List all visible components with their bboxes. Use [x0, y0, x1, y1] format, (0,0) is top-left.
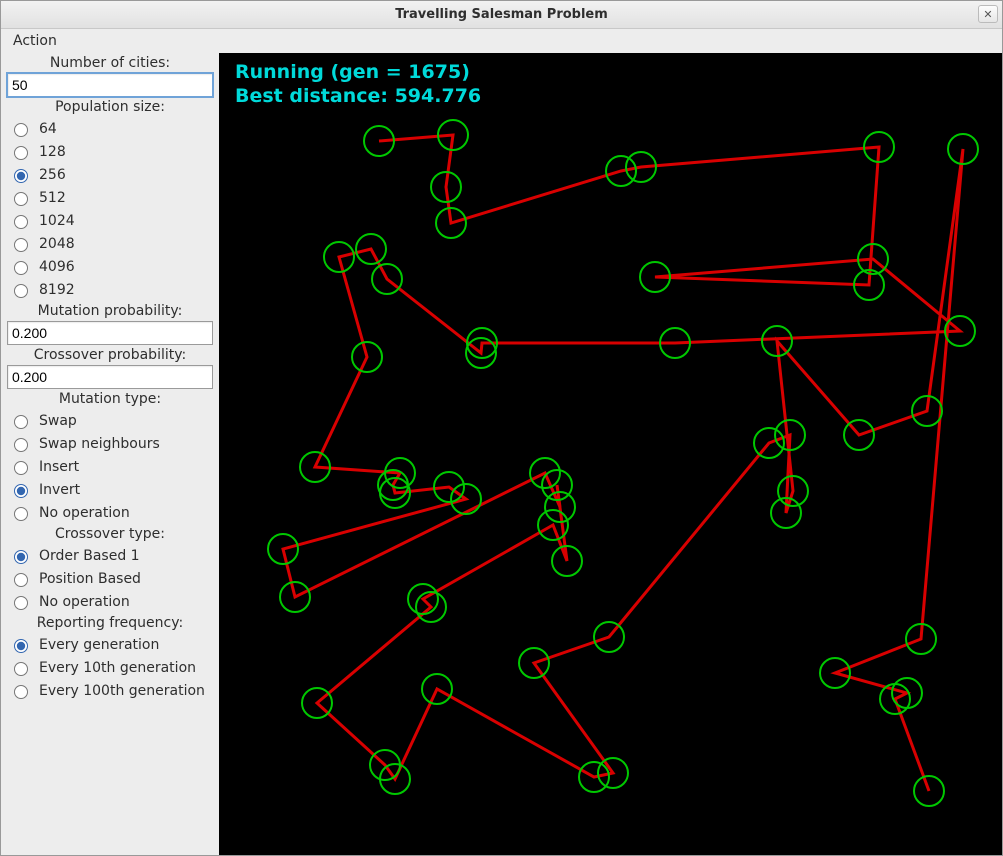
reporting-freq-option-label: Every 10th generation — [39, 660, 196, 676]
pop-size-option-label: 2048 — [39, 236, 75, 252]
crossover-type-label: Crossover type: — [7, 524, 213, 544]
mutation-type-label: Mutation type: — [7, 389, 213, 409]
reporting-freq-option[interactable]: Every generation — [7, 633, 213, 656]
num-cities-label: Number of cities: — [7, 53, 213, 73]
num-cities-input[interactable] — [7, 73, 213, 97]
reporting-freq-label: Reporting frequency: — [7, 613, 213, 633]
menu-action[interactable]: Action — [11, 31, 59, 51]
mutation-prob-input[interactable] — [7, 321, 213, 345]
crossover-type-option-label: Position Based — [39, 571, 141, 587]
mutation-type-option[interactable]: Swap neighbours — [7, 432, 213, 455]
crossover-prob-input[interactable] — [7, 365, 213, 389]
status-line2: Best distance: 594.776 — [235, 85, 481, 107]
pop-size-option[interactable]: 512 — [7, 186, 213, 209]
pop-size-option[interactable]: 256 — [7, 163, 213, 186]
status-line1: Running (gen = 1675) — [235, 61, 470, 83]
mutation-type-radio[interactable] — [14, 484, 28, 498]
client-area: Action Number of cities: Population size… — [1, 29, 1002, 855]
crossover-type-radio[interactable] — [14, 573, 28, 587]
mutation-type-radio[interactable] — [14, 461, 28, 475]
pop-size-radio[interactable] — [14, 146, 28, 160]
pop-size-option-label: 8192 — [39, 282, 75, 298]
pop-size-option[interactable]: 8192 — [7, 278, 213, 301]
close-button[interactable]: ✕ — [978, 5, 998, 23]
reporting-freq-option[interactable]: Every 10th generation — [7, 656, 213, 679]
pop-size-option[interactable]: 64 — [7, 117, 213, 140]
pop-size-radio[interactable] — [14, 238, 28, 252]
crossover-type-radio[interactable] — [14, 596, 28, 610]
mutation-type-option-label: No operation — [39, 505, 130, 521]
pop-size-radio[interactable] — [14, 169, 28, 183]
crossover-type-option-label: Order Based 1 — [39, 548, 140, 564]
crossover-prob-label: Crossover probability: — [7, 345, 213, 365]
crossover-type-option[interactable]: Order Based 1 — [7, 544, 213, 567]
titlebar: Travelling Salesman Problem ✕ — [1, 1, 1002, 29]
tsp-visualization — [219, 53, 999, 853]
menubar: Action — [1, 29, 1002, 53]
crossover-type-option[interactable]: Position Based — [7, 567, 213, 590]
mutation-type-radio[interactable] — [14, 438, 28, 452]
reporting-freq-option-label: Every 100th generation — [39, 683, 205, 699]
status-overlay: Running (gen = 1675) Best distance: 594.… — [235, 61, 481, 109]
mutation-type-option-label: Swap — [39, 413, 77, 429]
reporting-freq-radio[interactable] — [14, 639, 28, 653]
pop-size-radio[interactable] — [14, 215, 28, 229]
mutation-prob-label: Mutation probability: — [7, 301, 213, 321]
canvas: Running (gen = 1675) Best distance: 594.… — [219, 53, 1002, 855]
pop-size-radio[interactable] — [14, 192, 28, 206]
pop-size-option-label: 512 — [39, 190, 66, 206]
mutation-type-option-label: Insert — [39, 459, 79, 475]
mutation-type-radio[interactable] — [14, 415, 28, 429]
pop-size-option-label: 4096 — [39, 259, 75, 275]
mutation-type-option[interactable]: Swap — [7, 409, 213, 432]
reporting-freq-radio[interactable] — [14, 662, 28, 676]
pop-size-option-label: 256 — [39, 167, 66, 183]
pop-size-option-label: 1024 — [39, 213, 75, 229]
pop-size-option-label: 64 — [39, 121, 57, 137]
crossover-type-option-label: No operation — [39, 594, 130, 610]
close-icon: ✕ — [983, 8, 992, 21]
pop-size-option[interactable]: 4096 — [7, 255, 213, 278]
body: Number of cities: Population size: 64 128… — [1, 53, 1002, 855]
pop-size-option[interactable]: 128 — [7, 140, 213, 163]
mutation-type-option[interactable]: Insert — [7, 455, 213, 478]
pop-size-radio[interactable] — [14, 261, 28, 275]
crossover-type-option[interactable]: No operation — [7, 590, 213, 613]
pop-size-option[interactable]: 1024 — [7, 209, 213, 232]
window-title: Travelling Salesman Problem — [395, 7, 608, 22]
sidebar: Number of cities: Population size: 64 128… — [1, 53, 219, 855]
pop-size-radio[interactable] — [14, 284, 28, 298]
pop-size-option[interactable]: 2048 — [7, 232, 213, 255]
mutation-type-option[interactable]: Invert — [7, 478, 213, 501]
mutation-type-option-label: Invert — [39, 482, 80, 498]
mutation-type-option[interactable]: No operation — [7, 501, 213, 524]
app-window: Travelling Salesman Problem ✕ Action Num… — [0, 0, 1003, 856]
pop-size-label: Population size: — [7, 97, 213, 117]
pop-size-radio[interactable] — [14, 123, 28, 137]
mutation-type-option-label: Swap neighbours — [39, 436, 160, 452]
reporting-freq-option[interactable]: Every 100th generation — [7, 679, 213, 702]
mutation-type-radio[interactable] — [14, 507, 28, 521]
pop-size-option-label: 128 — [39, 144, 66, 160]
reporting-freq-radio[interactable] — [14, 685, 28, 699]
tour-path — [283, 135, 963, 791]
reporting-freq-option-label: Every generation — [39, 637, 159, 653]
crossover-type-radio[interactable] — [14, 550, 28, 564]
